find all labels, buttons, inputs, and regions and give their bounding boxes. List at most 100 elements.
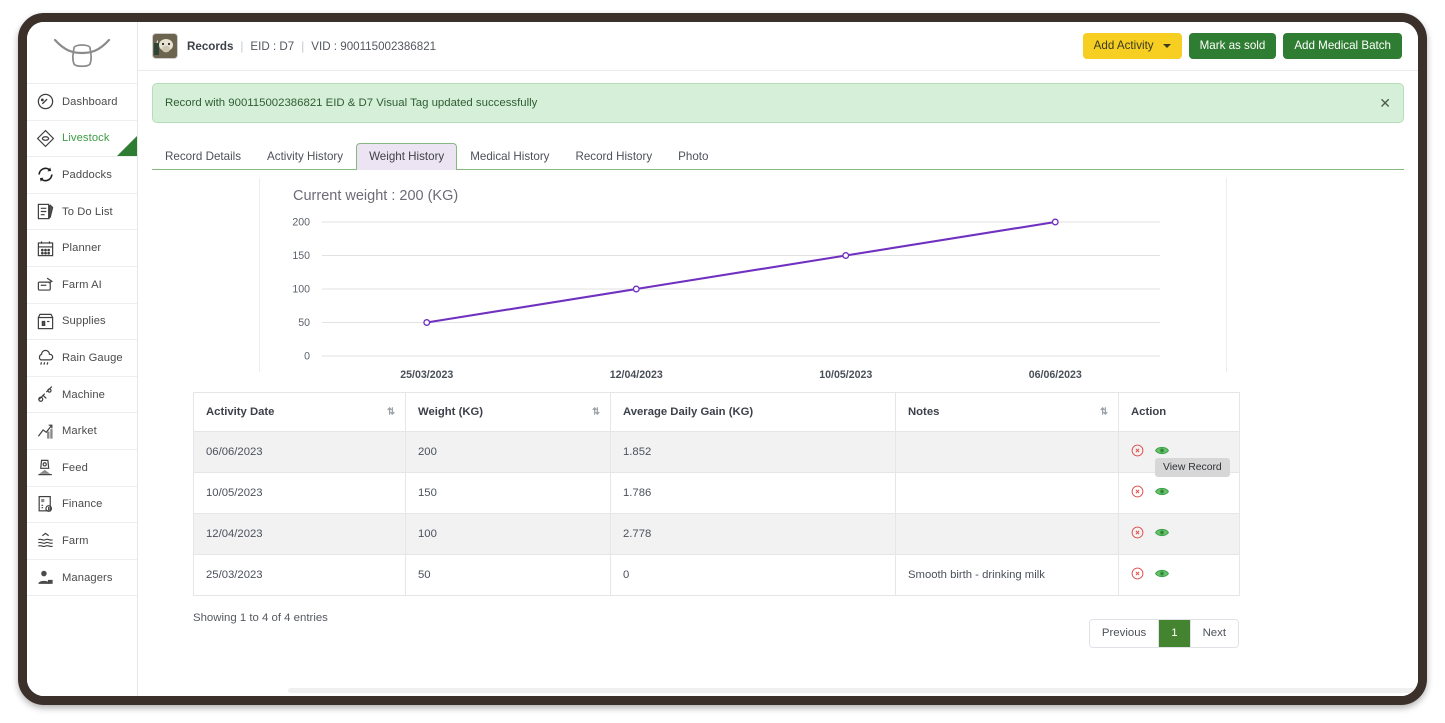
cell-activity-date: 25/03/2023 (194, 555, 406, 596)
entries-info: Showing 1 to 4 of 4 entries (193, 612, 328, 624)
view-record-tooltip: View Record (1155, 458, 1230, 477)
sidebar-item-machine[interactable]: Machine (27, 377, 137, 414)
sidebar-item-farm[interactable]: Farm (27, 523, 137, 560)
column-label: Activity Date (206, 406, 274, 418)
chart-canvas: 050100150200 25/03/202312/04/202310/05/2… (152, 178, 1332, 386)
delete-circle-icon[interactable] (1131, 444, 1144, 460)
brand-logo[interactable] (27, 22, 137, 84)
page-number-1-button[interactable]: 1 (1159, 620, 1190, 647)
cell-action (1119, 473, 1240, 514)
column-label: Action (1131, 406, 1166, 418)
eye-view-icon[interactable] (1155, 486, 1169, 500)
sort-icon[interactable]: ⇅ (387, 407, 394, 418)
sidebar-item-finance[interactable]: Finance (27, 487, 137, 524)
sidebar-item-livestock[interactable]: Livestock (27, 121, 137, 158)
eye-view-icon[interactable] (1155, 445, 1169, 459)
cell-average-daily-gain: 1.786 (611, 473, 896, 514)
supplies-icon (34, 310, 56, 332)
tab-photo[interactable]: Photo (665, 143, 721, 170)
data-table: Activity Date ⇅ Weight (KG) ⇅ Average Da… (193, 392, 1240, 596)
success-alert: Record with 900115002386821 EID & D7 Vis… (152, 83, 1404, 123)
chart-y-axis-ticks: 050100150200 (292, 217, 310, 363)
add-activity-label: Add Activity (1094, 39, 1154, 52)
bull-head-logo (51, 35, 113, 71)
mark-as-sold-button[interactable]: Mark as sold (1189, 33, 1277, 59)
sidebar-item-dashboard[interactable]: Dashboard (27, 84, 137, 121)
cell-action: View Record (1119, 432, 1240, 473)
sidebar-item-label: Livestock (62, 132, 110, 144)
managers-icon (34, 567, 56, 589)
svg-text:06/06/2023: 06/06/2023 (1029, 369, 1082, 381)
delete-circle-icon[interactable] (1131, 485, 1144, 501)
cell-weight: 100 (406, 514, 611, 555)
chart-data-point[interactable] (424, 320, 430, 326)
breadcrumb-records[interactable]: Records (187, 40, 233, 53)
breadcrumb-separator: | (240, 40, 243, 53)
column-label: Notes (908, 406, 939, 418)
svg-text:100: 100 (292, 284, 310, 296)
planner-icon (34, 237, 56, 259)
sort-icon[interactable]: ⇅ (592, 407, 599, 418)
cow-photo-thumbnail[interactable] (152, 33, 178, 59)
sidebar-item-planner[interactable]: Planner (27, 230, 137, 267)
cell-action (1119, 555, 1240, 596)
device-frame: Dashboard Livestock Paddocks (18, 13, 1427, 705)
chart-data-point[interactable] (1052, 219, 1058, 225)
sidebar-item-feed[interactable]: Feed (27, 450, 137, 487)
column-weight[interactable]: Weight (KG) ⇅ (406, 393, 611, 432)
close-icon[interactable]: ✕ (1379, 96, 1391, 110)
sidebar-item-label: Machine (62, 389, 105, 401)
eye-view-icon[interactable] (1155, 527, 1169, 541)
feed-icon (34, 457, 56, 479)
delete-circle-icon[interactable] (1131, 567, 1144, 583)
next-page-button[interactable]: Next (1191, 620, 1238, 647)
tab-activity-history[interactable]: Activity History (254, 143, 356, 170)
cell-activity-date: 10/05/2023 (194, 473, 406, 514)
cell-action (1119, 514, 1240, 555)
tab-medical-history[interactable]: Medical History (457, 143, 562, 170)
sidebar-item-label: Dashboard (62, 96, 118, 108)
sidebar-item-to-do-list[interactable]: To Do List (27, 194, 137, 231)
previous-page-button[interactable]: Previous (1090, 620, 1159, 647)
paddocks-icon (34, 164, 56, 186)
column-notes[interactable]: Notes ⇅ (896, 393, 1119, 432)
sidebar-item-paddocks[interactable]: Paddocks (27, 157, 137, 194)
weight-history-chart: Current weight : 200 (KG) 050100150200 2… (152, 178, 1404, 386)
chevron-down-icon (1163, 44, 1171, 48)
svg-text:10/05/2023: 10/05/2023 (819, 369, 872, 381)
chart-data-point[interactable] (843, 253, 849, 259)
sort-icon[interactable]: ⇅ (1100, 407, 1107, 418)
add-activity-button[interactable]: Add Activity (1083, 33, 1182, 59)
finance-icon (34, 493, 56, 515)
pagination: Previous 1 Next (1089, 619, 1239, 648)
tab-record-history[interactable]: Record History (562, 143, 665, 170)
sidebar-item-label: Market (62, 425, 97, 437)
table-row: 10/05/20231501.786 (194, 473, 1240, 514)
livestock-icon (34, 127, 56, 149)
sidebar-item-farm-ai[interactable]: Farm AI (27, 267, 137, 304)
app-viewport: Dashboard Livestock Paddocks (27, 22, 1418, 696)
sidebar-item-supplies[interactable]: Supplies (27, 304, 137, 341)
dashboard-icon (34, 91, 56, 113)
column-average-daily-gain[interactable]: Average Daily Gain (KG) (611, 393, 896, 432)
cell-weight: 50 (406, 555, 611, 596)
sidebar-item-rain-gauge[interactable]: Rain Gauge (27, 340, 137, 377)
tab-weight-history[interactable]: Weight History (356, 143, 457, 170)
sidebar-item-managers[interactable]: Managers (27, 560, 137, 597)
page-header: Records | EID : D7 | VID : 9001150023868… (138, 22, 1418, 71)
delete-circle-icon[interactable] (1131, 526, 1144, 542)
cell-activity-date: 12/04/2023 (194, 514, 406, 555)
horizontal-scrollbar[interactable] (288, 688, 1418, 693)
cell-average-daily-gain: 1.852 (611, 432, 896, 473)
add-medical-batch-button[interactable]: Add Medical Batch (1283, 33, 1402, 59)
eye-view-icon[interactable] (1155, 568, 1169, 582)
chart-data-point[interactable] (633, 286, 639, 292)
column-activity-date[interactable]: Activity Date ⇅ (194, 393, 406, 432)
tab-record-details[interactable]: Record Details (152, 143, 254, 170)
market-icon (34, 420, 56, 442)
table-header-row: Activity Date ⇅ Weight (KG) ⇅ Average Da… (194, 393, 1240, 432)
sidebar-item-market[interactable]: Market (27, 413, 137, 450)
cell-notes (896, 514, 1119, 555)
column-label: Average Daily Gain (KG) (623, 406, 753, 418)
sidebar-item-label: Farm (62, 535, 89, 547)
